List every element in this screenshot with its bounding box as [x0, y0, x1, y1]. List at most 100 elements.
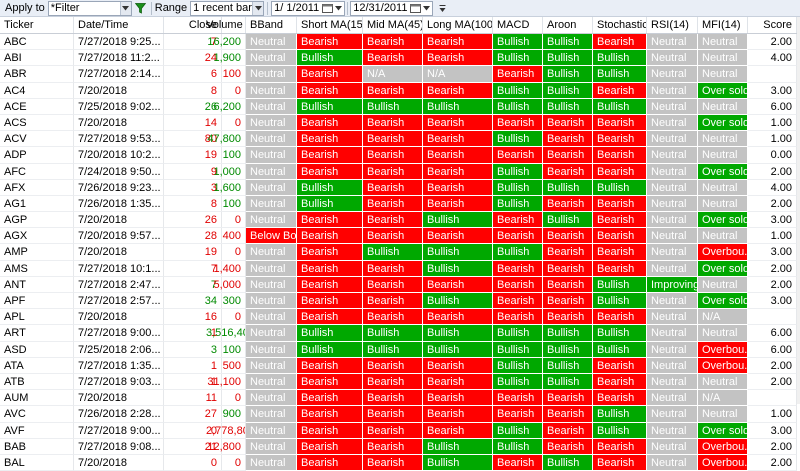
- table-row[interactable]: ASD 7/25/2018 2:06... 3 100 Neutral Bullish Bu…: [0, 341, 800, 358]
- table-row[interactable]: ART7/27/2018 9:00...13,516,400NeutralBul…: [0, 325, 800, 342]
- table-row[interactable]: ADP 7/20/2018 10:2... 19 100 Neutral Bearish B…: [0, 147, 800, 164]
- overflow-icon[interactable]: [435, 1, 449, 16]
- chevron-down-icon[interactable]: [335, 5, 343, 11]
- mid-ma-cell: Bullish: [363, 98, 423, 115]
- rsi-cell: Neutral: [647, 228, 698, 245]
- stochastic-cell: Bearish: [593, 454, 647, 471]
- datetime-cell: 7/24/2018 9:50...: [74, 163, 164, 180]
- chevron-down-icon[interactable]: [119, 1, 131, 15]
- table-row[interactable]: AMS 7/27/2018 10:1... 7 1,400 Neutral Bearish…: [0, 260, 800, 277]
- table-row[interactable]: ACV 7/27/2018 9:53... 80 47,800 Neutral Beari…: [0, 131, 800, 148]
- column-header-short-ma[interactable]: Short MA(15): [297, 17, 363, 33]
- chevron-down-icon[interactable]: [423, 5, 431, 11]
- score-cell: 2.00: [748, 276, 797, 293]
- column-header-long-ma[interactable]: Long MA(100): [423, 17, 493, 33]
- column-header-score[interactable]: Score: [748, 17, 797, 33]
- rsi-cell: Neutral: [647, 131, 698, 148]
- column-header-macd[interactable]: MACD: [493, 17, 543, 33]
- macd-cell: Bullish: [493, 34, 543, 51]
- score-cell: 2.00: [748, 438, 797, 455]
- table-row[interactable]: BAL 7/20/2018 0 0 Neutral Bearish Bearish Bulli…: [0, 454, 800, 471]
- table-row[interactable]: AGP 7/20/2018 26 0 Neutral Bearish Bearish Bull…: [0, 212, 800, 229]
- macd-cell: Bullish: [493, 98, 543, 115]
- table-row[interactable]: BAB 7/27/2018 9:08... 21 12,800 Neutral Beari…: [0, 438, 800, 455]
- aroon-cell: Bearish: [543, 293, 593, 310]
- ticker-cell: ATA: [0, 357, 74, 374]
- datetime-cell: 7/27/2018 11:2...: [74, 50, 164, 67]
- table-row[interactable]: ATB 7/27/2018 9:03... 1 31,100 Neutral Bearis…: [0, 373, 800, 391]
- table-row[interactable]: AFC 7/24/2018 9:50... 9 1,000 Neutral Bearish…: [0, 163, 800, 180]
- stochastic-cell: Bearish: [593, 244, 647, 261]
- table-row[interactable]: ABC 7/27/2018 9:25... 7 16,200 Neutral Bearis…: [0, 34, 800, 51]
- filter-icon[interactable]: [134, 1, 148, 16]
- table-row[interactable]: ABR 7/27/2018 2:14... 6 100 Neutral Bearish N/…: [0, 66, 800, 83]
- table-row[interactable]: ANT 7/27/2018 2:47... 7 5,000 Neutral Bearish…: [0, 276, 800, 293]
- chevron-down-icon[interactable]: [252, 1, 264, 15]
- column-header-mfi[interactable]: MFI(14): [698, 17, 748, 33]
- table-row[interactable]: ABI 7/27/2018 11:2... 24 1,900 Neutral Bullis…: [0, 50, 800, 67]
- long-ma-cell: Bearish: [423, 422, 493, 439]
- datetime-cell: 7/27/2018 9:00...: [74, 422, 164, 439]
- mid-ma-cell: Bearish: [363, 422, 423, 439]
- macd-cell: Bullish: [493, 357, 543, 374]
- score-cell: 0.00: [748, 147, 797, 164]
- table-row[interactable]: AGX7/20/2018 9:57...28400Below Bo...Bear…: [0, 228, 800, 245]
- volume-cell: 100: [202, 147, 246, 164]
- bband-cell: Neutral: [246, 422, 297, 439]
- score-cell: 6.00: [748, 325, 797, 342]
- table-row[interactable]: ACE 7/25/2018 9:02... 26 6,200 Neutral Bullis…: [0, 98, 800, 115]
- macd-cell: Bullish: [493, 325, 543, 342]
- mfi-cell: Neutral: [698, 66, 748, 83]
- macd-cell: Bearish: [493, 406, 543, 423]
- date-from-picker[interactable]: 1/ 1/2011: [271, 0, 346, 16]
- mfi-cell: Over sold: [698, 114, 748, 132]
- ticker-cell: AMP: [0, 244, 74, 261]
- column-header-aroon[interactable]: Aroon: [543, 17, 593, 33]
- ticker-cell: AGX: [0, 228, 74, 245]
- table-row[interactable]: AVC 7/26/2018 2:28... 27 900 Neutral Bearish B…: [0, 406, 800, 423]
- aroon-cell: Bearish: [543, 163, 593, 180]
- mid-ma-cell: Bearish: [363, 309, 423, 326]
- column-header-mid-ma[interactable]: Mid MA(45): [363, 17, 423, 33]
- table-row[interactable]: ATA 7/27/2018 1:35... 1 500 Neutral Bearish Be…: [0, 357, 800, 374]
- table-row[interactable]: AG1 7/26/2018 1:35... 8 100 Neutral Bullish Be…: [0, 195, 800, 213]
- rsi-cell: Neutral: [647, 212, 698, 229]
- stochastic-cell: Bearish: [593, 131, 647, 148]
- range-value: 1 recent bar(s): [193, 2, 252, 14]
- date-to-picker[interactable]: 12/31/2011: [350, 0, 434, 16]
- table-row[interactable]: AMP 7/20/2018 19 0 Neutral Bearish Bullish Bull…: [0, 244, 800, 261]
- macd-cell: Bullish: [493, 179, 543, 196]
- range-combo[interactable]: 1 recent bar(s): [190, 0, 265, 16]
- column-header-stochastic[interactable]: Stochastic: [593, 17, 647, 33]
- column-header-bband[interactable]: BBand: [246, 17, 297, 33]
- stochastic-cell: Bearish: [593, 212, 647, 229]
- column-header-datetime[interactable]: Date/Time: [74, 17, 164, 33]
- calendar-icon[interactable]: [410, 3, 422, 13]
- ticker-cell: AFC: [0, 163, 74, 180]
- macd-cell: Bullish: [493, 131, 543, 148]
- datetime-cell: 7/26/2018 9:23...: [74, 179, 164, 196]
- table-row[interactable]: AFX 7/26/2018 9:23... 3 1,600 Neutral Bullish…: [0, 179, 800, 196]
- filter-combo[interactable]: *Filter: [47, 0, 132, 16]
- aroon-cell: Bearish: [543, 276, 593, 293]
- mfi-cell: Neutral: [698, 406, 748, 423]
- column-header-ticker[interactable]: Ticker: [0, 17, 74, 33]
- table-row[interactable]: APF 7/27/2018 2:57... 34 300 Neutral Bearish B…: [0, 293, 800, 310]
- mid-ma-cell: Bearish: [363, 212, 423, 229]
- short-ma-cell: Bearish: [297, 131, 363, 148]
- score-cell: 4.00: [748, 50, 797, 67]
- short-ma-cell: Bearish: [297, 260, 363, 277]
- bband-cell: Neutral: [246, 195, 297, 213]
- score-cell: 1.00: [748, 131, 797, 148]
- volume-cell: 1,900: [202, 50, 246, 67]
- table-row[interactable]: ACS 7/20/2018 14 0 Neutral Bearish Bearish Bear…: [0, 114, 800, 132]
- calendar-icon[interactable]: [322, 3, 334, 13]
- table-row[interactable]: AC4 7/20/2018 8 0 Neutral Bearish Bearish Beari…: [0, 82, 800, 99]
- datetime-cell: 7/20/2018: [74, 82, 164, 99]
- aroon-cell: Bearish: [543, 195, 593, 213]
- mid-ma-cell: Bearish: [363, 114, 423, 132]
- table-row[interactable]: AVF7/27/2018 9:00...02,778,800NeutralBea…: [0, 422, 800, 439]
- column-header-rsi[interactable]: RSI(14): [647, 17, 698, 33]
- column-header-volume[interactable]: Volume: [202, 17, 246, 33]
- table-row[interactable]: APL 7/20/2018 16 0 Neutral Bearish Bearish Bear…: [0, 309, 800, 326]
